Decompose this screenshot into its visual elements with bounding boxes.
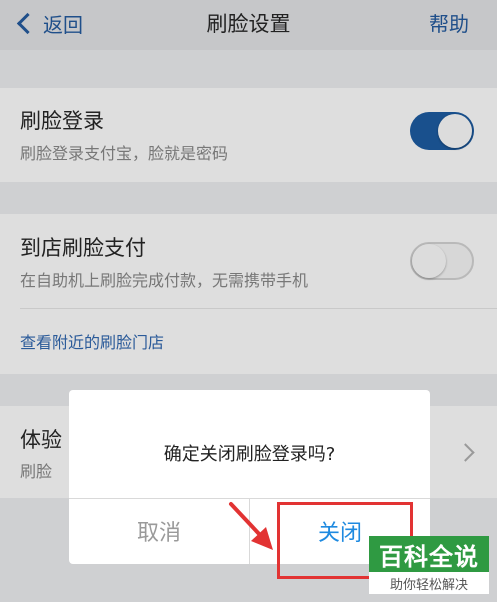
face-login-subtitle: 刷脸登录支付宝，脸就是密码: [20, 144, 229, 163]
in-store-toggle[interactable]: [410, 242, 474, 280]
section-gap: [0, 182, 497, 214]
watermark-tagline: 助你轻松解决: [369, 572, 489, 594]
screen: 返回 刷脸设置 帮助 刷脸登录 刷脸登录支付宝，脸就是密码 到店刷脸支付 在自助…: [0, 0, 497, 602]
section-gap: [0, 50, 497, 88]
page-title: 刷脸设置: [206, 12, 291, 36]
in-store-title: 到店刷脸支付: [20, 236, 146, 260]
toggle-knob: [438, 114, 472, 148]
watermark: 百科全说 助你轻松解决: [369, 536, 489, 596]
cancel-button[interactable]: 取消: [69, 498, 249, 564]
nav-bar: 返回 刷脸设置 帮助: [0, 0, 497, 50]
nearby-stores-link[interactable]: 查看附近的刷脸门店: [20, 329, 164, 353]
watermark-brand: 百科全说: [369, 536, 489, 572]
dialog-message: 确定关闭刷脸登录吗?: [163, 444, 336, 465]
face-login-title: 刷脸登录: [20, 109, 104, 133]
in-store-subtitle: 在自助机上刷脸完成付款，无需携带手机: [20, 271, 309, 290]
experience-title: 体验: [20, 428, 62, 452]
experience-subtitle: 刷脸: [20, 462, 53, 481]
divider: [20, 308, 497, 309]
in-store-card: 到店刷脸支付 在自助机上刷脸完成付款，无需携带手机 查看附近的刷脸门店: [0, 214, 497, 374]
face-login-toggle[interactable]: [410, 112, 474, 150]
annotation-arrow-icon: [229, 502, 273, 550]
chevron-right-icon: [456, 443, 475, 462]
help-button[interactable]: 帮助: [429, 8, 469, 37]
face-login-card: 刷脸登录 刷脸登录支付宝，脸就是密码: [0, 88, 497, 182]
toggle-knob: [412, 244, 446, 278]
